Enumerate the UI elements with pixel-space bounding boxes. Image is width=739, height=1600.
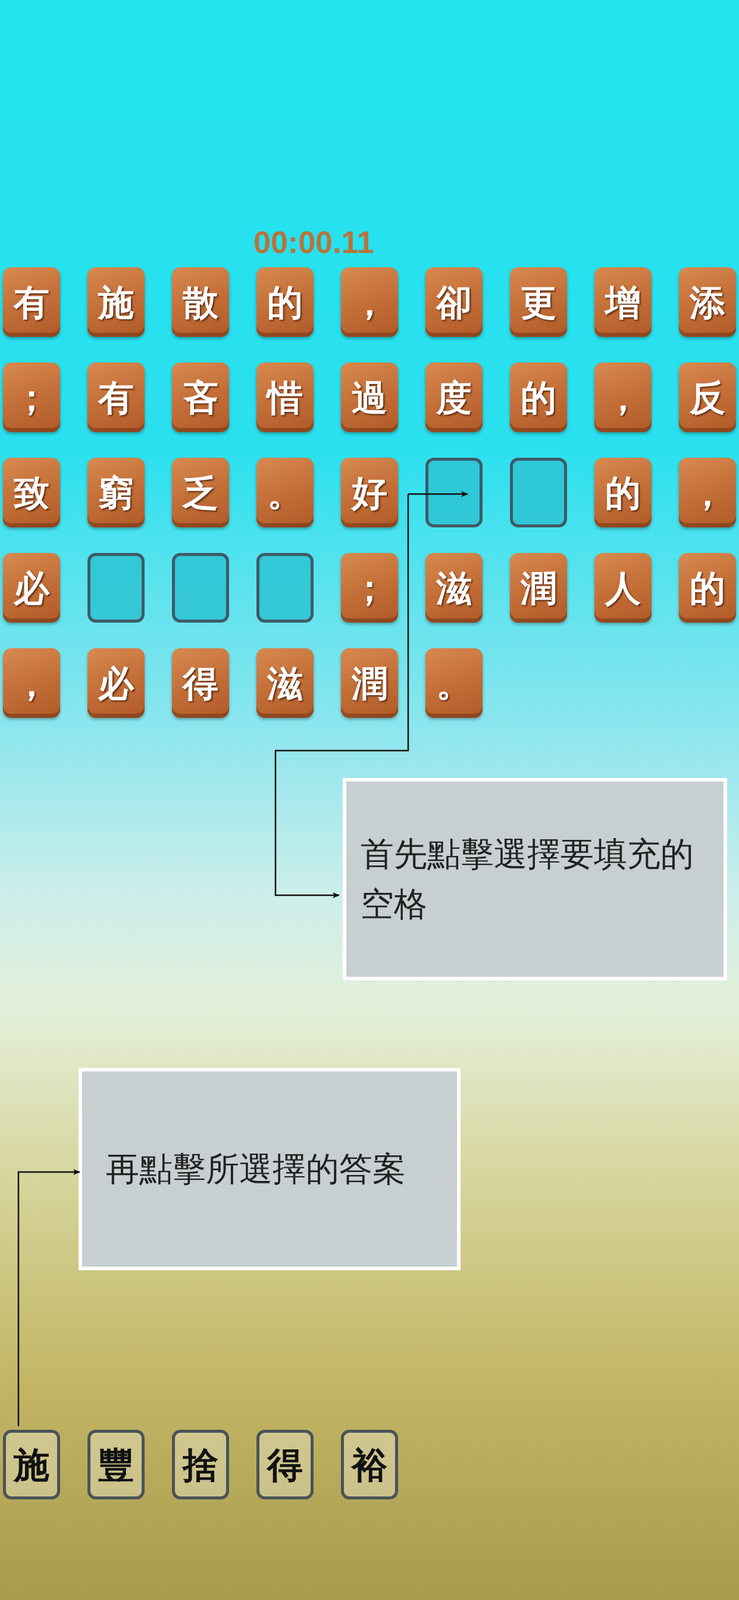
tile-char: 惜 bbox=[267, 377, 303, 418]
letter-tile: ， bbox=[594, 362, 652, 432]
letter-tile: 更 bbox=[509, 267, 568, 337]
arrow-to-hint bbox=[18, 1171, 80, 1426]
letter-tile: 潤 bbox=[509, 552, 568, 623]
answer-tile[interactable]: 豐 bbox=[87, 1429, 145, 1499]
answer-tile[interactable]: 捨 bbox=[171, 1429, 230, 1499]
tile-char: 必 bbox=[98, 663, 134, 703]
tile-char: 的 bbox=[267, 282, 303, 322]
tile-char: 潤 bbox=[520, 568, 557, 608]
letter-tile: 人 bbox=[594, 552, 652, 623]
tile-char: 卻 bbox=[436, 282, 472, 322]
letter-tile: 的 bbox=[509, 362, 568, 432]
hint-box: 再點擊所選擇的答案 bbox=[78, 1067, 461, 1270]
letter-tile: 乏 bbox=[171, 457, 230, 528]
tile-char: ， bbox=[351, 282, 388, 322]
tile-char: 。 bbox=[436, 663, 472, 703]
tile-char: 有 bbox=[13, 282, 50, 322]
letter-tile: 窮 bbox=[87, 457, 145, 528]
letter-tile: 有 bbox=[87, 362, 145, 432]
letter-tile: 吝 bbox=[171, 362, 230, 432]
letter-tile: 施 bbox=[87, 267, 145, 337]
tile-char: 的 bbox=[689, 568, 726, 608]
tile-char: 滋 bbox=[267, 663, 303, 703]
tile-char: 施 bbox=[98, 282, 134, 322]
blank-slot[interactable] bbox=[171, 552, 230, 623]
blank-slot[interactable] bbox=[87, 552, 145, 623]
blank-slot[interactable] bbox=[256, 552, 314, 623]
blank-slot[interactable] bbox=[509, 457, 568, 528]
hint-text: 再點擊所選擇的答案 bbox=[105, 1143, 406, 1194]
letter-tile: 。 bbox=[425, 647, 483, 718]
answer-tile[interactable]: 裕 bbox=[340, 1429, 399, 1499]
tile-char: 滋 bbox=[436, 568, 472, 608]
tile-char: ， bbox=[689, 473, 726, 513]
letter-tile: 散 bbox=[171, 267, 230, 337]
arrow-to-hint bbox=[275, 493, 409, 895]
letter-tile: 惜 bbox=[256, 362, 314, 432]
letter-tile: 有 bbox=[2, 267, 61, 337]
tile-char: 有 bbox=[98, 377, 134, 418]
letter-tile: 致 bbox=[2, 457, 61, 528]
tile-char: 的 bbox=[605, 473, 641, 513]
tile-char: 更 bbox=[520, 282, 557, 322]
arrow-to-blank bbox=[408, 493, 468, 496]
tile-char: ； bbox=[351, 568, 388, 608]
letter-tile: 。 bbox=[256, 457, 314, 528]
letter-tile: 必 bbox=[2, 552, 61, 623]
tile-char: ； bbox=[13, 377, 50, 418]
letter-tile: 的 bbox=[256, 267, 314, 337]
tile-char: 增 bbox=[605, 282, 641, 322]
tile-char: 。 bbox=[267, 473, 303, 513]
answer-tile[interactable]: 得 bbox=[256, 1429, 314, 1499]
tile-char: 必 bbox=[13, 568, 50, 608]
letter-tile: 度 bbox=[425, 362, 483, 432]
tile-char: 好 bbox=[351, 473, 388, 513]
letter-tile: 必 bbox=[87, 647, 145, 718]
letter-tile: 卻 bbox=[425, 267, 483, 337]
answer-tile[interactable]: 施 bbox=[2, 1429, 61, 1499]
tile-char: 人 bbox=[605, 568, 641, 608]
letter-tile: ； bbox=[2, 362, 61, 432]
letter-tile: ， bbox=[678, 457, 737, 528]
letter-tile: 好 bbox=[340, 457, 399, 528]
tile-char: 散 bbox=[182, 282, 219, 322]
tile-char: ， bbox=[13, 663, 50, 703]
letter-tile: ； bbox=[340, 552, 399, 623]
letter-tile: ， bbox=[340, 267, 399, 337]
letter-tile: ， bbox=[2, 647, 61, 718]
tile-char: 吝 bbox=[182, 377, 219, 418]
letter-tile: 潤 bbox=[340, 647, 399, 718]
tile-char: 得 bbox=[182, 663, 219, 703]
tile-char: 過 bbox=[351, 377, 388, 418]
puzzle-grid: 有施散的，卻更增添；有吝惜過度的，反致窮乏。好的，必；滋潤人的，必得滋潤。 bbox=[0, 267, 739, 718]
letter-tile: 過 bbox=[340, 362, 399, 432]
tile-char: 致 bbox=[13, 473, 50, 513]
letter-tile: 添 bbox=[678, 267, 737, 337]
blank-slot[interactable] bbox=[425, 457, 483, 528]
letter-tile: 的 bbox=[678, 552, 737, 623]
hint-text: 首先點擊選擇要填充的空格 bbox=[360, 828, 710, 929]
timer: 00:00.11 bbox=[0, 226, 739, 258]
letter-tile: 增 bbox=[594, 267, 652, 337]
letter-tile: 滋 bbox=[256, 647, 314, 718]
tile-char: 度 bbox=[436, 377, 472, 418]
letter-tile: 反 bbox=[678, 362, 737, 432]
tile-char: ， bbox=[605, 377, 641, 418]
tile-char: 潤 bbox=[351, 663, 388, 703]
answer-choices: 施豐捨得裕 bbox=[0, 1429, 739, 1499]
tile-char: 反 bbox=[689, 377, 726, 418]
hint-box: 首先點擊選擇要填充的空格 bbox=[342, 777, 728, 980]
tile-char: 窮 bbox=[98, 473, 134, 513]
tile-char: 添 bbox=[689, 282, 726, 322]
letter-tile: 滋 bbox=[425, 552, 483, 623]
tile-char: 乏 bbox=[182, 473, 219, 513]
letter-tile: 得 bbox=[171, 647, 230, 718]
tile-char: 的 bbox=[520, 377, 557, 418]
letter-tile: 的 bbox=[594, 457, 652, 528]
